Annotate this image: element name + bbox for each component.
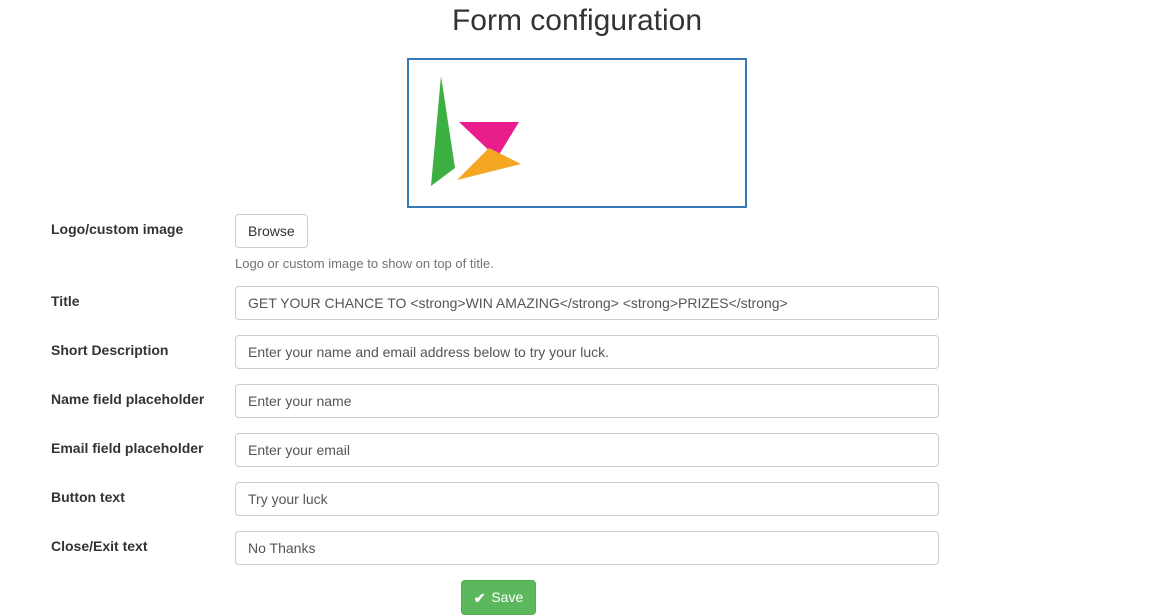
short-description-label: Short Description [48, 335, 235, 358]
save-button-label: Save [491, 589, 523, 605]
name-placeholder-input[interactable] [235, 384, 939, 418]
close-text-input[interactable] [235, 531, 939, 565]
page-title: Form configuration [15, 4, 1139, 38]
close-text-label: Close/Exit text [48, 531, 235, 554]
button-text-label: Button text [48, 482, 235, 505]
title-label: Title [48, 286, 235, 309]
title-input[interactable] [235, 286, 939, 320]
logo-label: Logo/custom image [48, 214, 235, 237]
email-placeholder-input[interactable] [235, 433, 939, 467]
logo-preview[interactable] [407, 58, 747, 208]
button-text-input[interactable] [235, 482, 939, 516]
logo-help-text: Logo or custom image to show on top of t… [235, 256, 939, 271]
email-placeholder-label: Email field placeholder [48, 433, 235, 456]
browse-button[interactable]: Browse [235, 214, 308, 248]
short-description-input[interactable] [235, 335, 939, 369]
check-icon: ✔ [474, 588, 486, 608]
logo-image [419, 68, 539, 198]
name-placeholder-label: Name field placeholder [48, 384, 235, 407]
save-button[interactable]: ✔ Save [461, 580, 537, 615]
